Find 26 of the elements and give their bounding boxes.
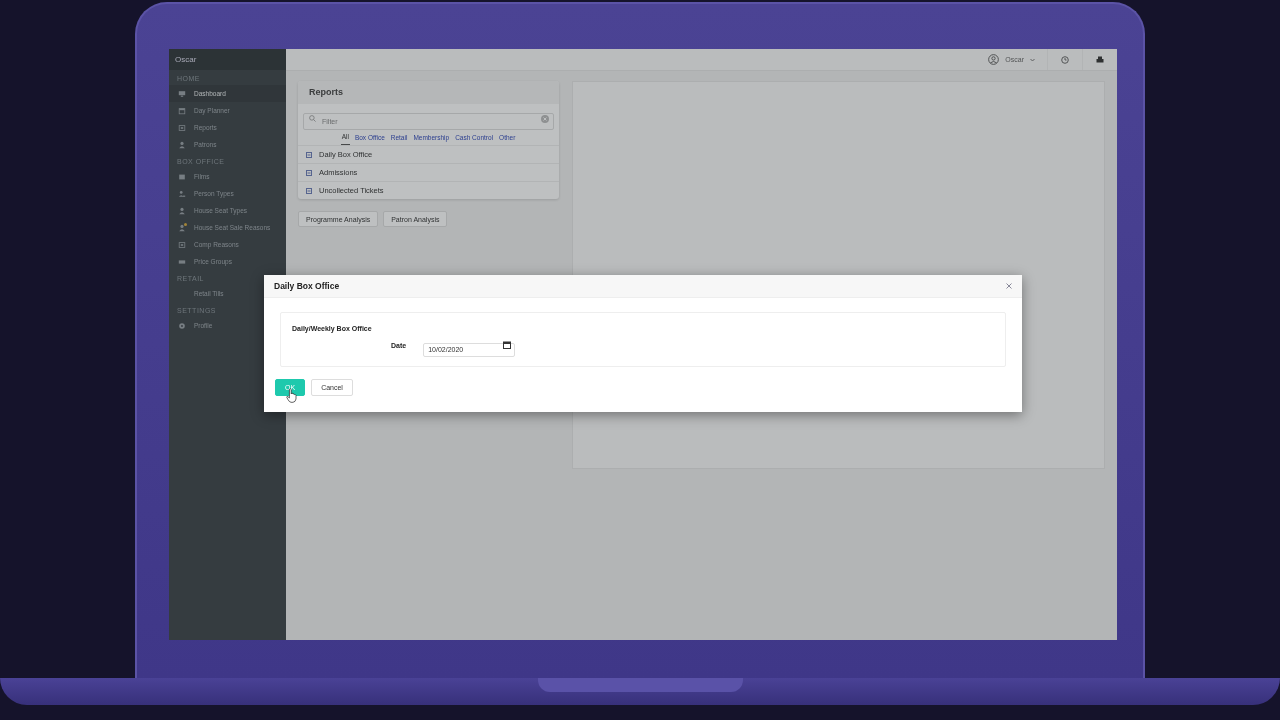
dialog-title: Daily Box Office bbox=[274, 281, 340, 291]
search-icon bbox=[309, 115, 316, 122]
people-icon bbox=[178, 189, 186, 198]
report-icon bbox=[306, 151, 312, 158]
chart-icon bbox=[178, 123, 186, 132]
person-icon bbox=[178, 140, 186, 149]
app-title: Oscar bbox=[169, 49, 286, 70]
panel-title: Reports bbox=[298, 81, 559, 104]
chart-icon bbox=[178, 240, 186, 249]
person-icon bbox=[178, 206, 186, 215]
person-icon bbox=[178, 223, 186, 232]
caret-icon bbox=[1030, 57, 1035, 62]
close-icon bbox=[1006, 283, 1012, 289]
report-icon bbox=[306, 187, 312, 194]
printer-icon[interactable] bbox=[1096, 56, 1104, 63]
clear-icon[interactable] bbox=[541, 114, 549, 123]
film-icon bbox=[178, 172, 186, 181]
hand-cursor-icon bbox=[286, 388, 298, 403]
user-icon bbox=[988, 54, 1000, 65]
clock-icon[interactable] bbox=[1061, 55, 1069, 64]
monitor-icon bbox=[178, 89, 186, 98]
gear-icon bbox=[178, 321, 186, 330]
calendar-icon bbox=[178, 106, 186, 115]
close-button[interactable] bbox=[1006, 283, 1012, 289]
report-icon bbox=[306, 169, 312, 176]
calendar-icon[interactable] bbox=[503, 341, 512, 349]
